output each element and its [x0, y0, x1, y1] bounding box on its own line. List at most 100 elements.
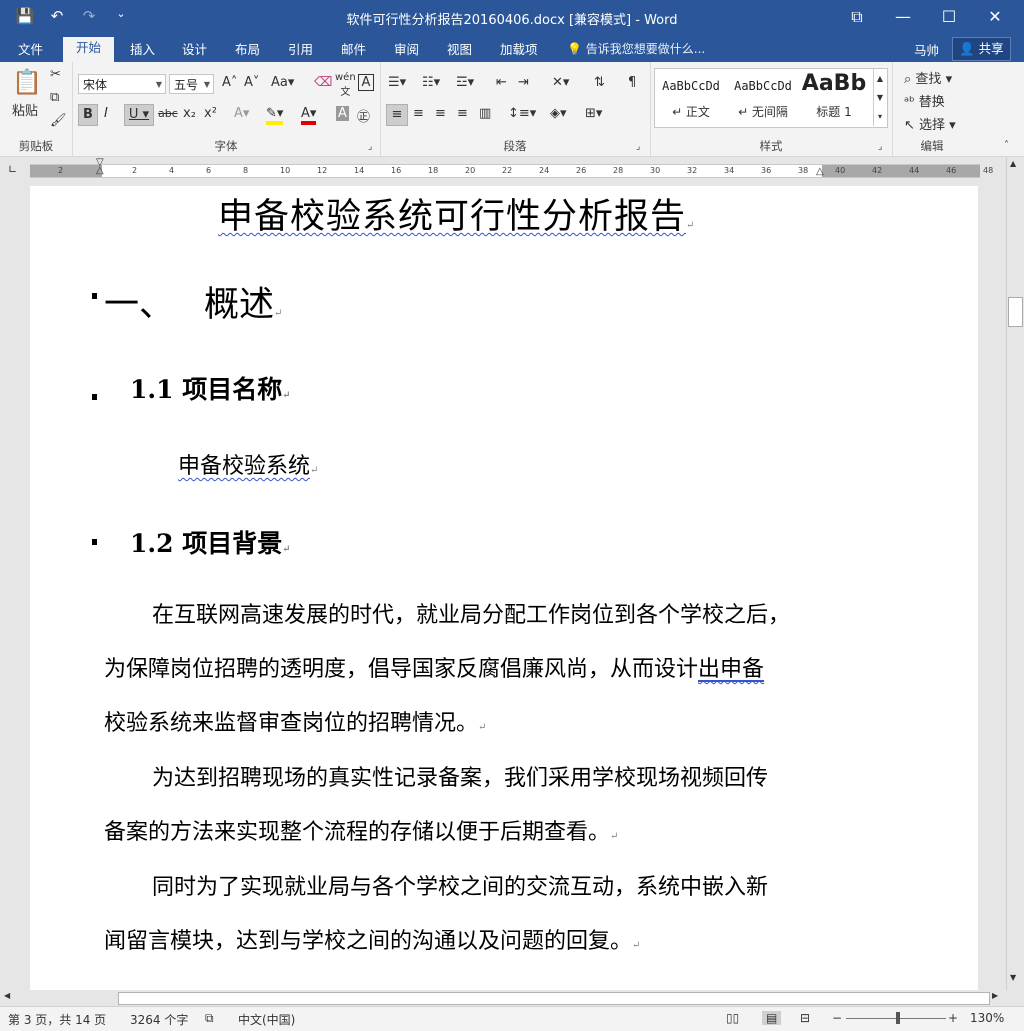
decrease-indent-icon[interactable]: ⇤	[496, 75, 507, 90]
show-marks-icon[interactable]: ¶	[628, 75, 636, 90]
tab-mailings[interactable]: 邮件	[341, 39, 366, 58]
grow-font-icon[interactable]: A˄	[222, 75, 237, 90]
increase-indent-icon[interactable]: ⇥	[518, 75, 529, 90]
page-count[interactable]: 第 3 页，共 14 页	[8, 1011, 106, 1028]
scroll-up-icon[interactable]: ▲	[1010, 159, 1016, 168]
font-size-dropdown[interactable]: 五号 ▼	[169, 74, 214, 94]
replace-button[interactable]: ᵃᵇ 替换	[904, 91, 945, 110]
chevron-down-icon: ▼	[203, 80, 210, 89]
horizontal-scrollbar[interactable]: ◀ ▶	[0, 990, 1006, 1006]
cut-icon[interactable]: ✂	[50, 67, 61, 82]
paste-icon[interactable]: 📋	[12, 68, 42, 96]
numbering-icon[interactable]: ☷▾	[422, 75, 440, 90]
scroll-down-icon[interactable]: ▼	[1010, 973, 1016, 982]
zoom-level[interactable]: 130%	[970, 1011, 1004, 1025]
document-title: 申备校验系统可行性分析报告↵	[218, 188, 695, 239]
distributed-icon[interactable]: ▥	[479, 106, 491, 121]
character-shading-icon[interactable]: A	[336, 106, 349, 121]
clear-formatting-icon[interactable]: ⌫	[314, 75, 332, 90]
tab-design[interactable]: 设计	[182, 39, 207, 58]
print-layout-icon[interactable]: ▤	[762, 1011, 782, 1025]
tab-view[interactable]: 视图	[447, 39, 472, 58]
right-indent-marker-icon[interactable]: △	[816, 166, 824, 177]
align-left-icon[interactable]: ≡	[386, 104, 408, 126]
scroll-right-icon[interactable]: ▶	[992, 991, 998, 1000]
language[interactable]: 中文(中国)	[238, 1011, 295, 1028]
tell-me-search[interactable]: 💡 告诉我您想要做什么...	[567, 40, 705, 57]
shrink-font-icon[interactable]: A˅	[244, 75, 259, 90]
borders-icon[interactable]: ⊞▾	[585, 106, 602, 121]
font-color-icon[interactable]: A▾	[301, 106, 317, 125]
bullets-icon[interactable]: ☰▾	[388, 75, 406, 90]
scroll-left-icon[interactable]: ◀	[4, 991, 10, 1000]
tab-references[interactable]: 引用	[288, 39, 313, 58]
character-border-icon[interactable]: A	[358, 74, 374, 91]
strikethrough-icon[interactable]: abc	[158, 107, 178, 120]
tab-insert[interactable]: 插入	[130, 39, 155, 58]
multilevel-list-icon[interactable]: ☲▾	[456, 75, 474, 90]
style-heading-1[interactable]: AaBb 标题 1	[799, 69, 869, 125]
tab-selector-icon[interactable]: ∟	[8, 163, 17, 176]
share-button[interactable]: 👤 共享	[952, 37, 1011, 61]
heading-text: 1.1 项目名称	[130, 375, 283, 404]
vertical-scroll-thumb[interactable]	[1008, 297, 1023, 327]
sort-icon[interactable]: ⇅	[594, 75, 605, 90]
style-normal[interactable]: AaBbCcDd ↵ 正文	[655, 69, 727, 125]
read-mode-icon[interactable]: ▯▯	[726, 1011, 739, 1025]
superscript-icon[interactable]: x²	[204, 106, 217, 121]
underline-icon[interactable]: U ▾	[124, 104, 154, 126]
line-spacing-icon[interactable]: ↕≡▾	[508, 106, 536, 121]
text-effects-icon[interactable]: A▾	[234, 106, 249, 121]
tab-file[interactable]: 文件	[18, 39, 43, 58]
text-line: 为达到招聘现场的真实性记录备案，我们采用学校现场视频回传	[152, 766, 769, 791]
ruler-number: 36	[761, 166, 772, 175]
align-center-icon[interactable]: ≡	[413, 106, 424, 121]
ribbon-display-options-icon[interactable]: ⧉	[834, 4, 880, 30]
highlight-icon[interactable]: ✎▾	[266, 106, 284, 125]
text-span-underlined: 出申备	[698, 657, 765, 682]
user-name[interactable]: 马帅	[914, 40, 939, 59]
find-button[interactable]: ⌕ 查找 ▾	[904, 68, 952, 87]
tab-review[interactable]: 审阅	[394, 39, 419, 58]
justify-icon[interactable]: ≡	[457, 106, 468, 121]
change-case-icon[interactable]: Aa▾	[271, 75, 294, 90]
style-no-spacing[interactable]: AaBbCcDd ↵ 无间隔	[727, 69, 799, 125]
tab-home[interactable]: 开始	[63, 37, 115, 62]
font-name-dropdown[interactable]: 宋体 ▼	[78, 74, 166, 94]
document-page[interactable]: 申备校验系统可行性分析报告↵ 一、 概述↵ 1.1 项目名称↵ 申备校验系统↵ 1…	[30, 186, 978, 991]
tab-layout[interactable]: 布局	[235, 39, 260, 58]
tab-addins[interactable]: 加载项	[500, 39, 538, 58]
zoom-out-icon[interactable]: −	[832, 1011, 842, 1025]
collapse-ribbon-icon[interactable]: ˄	[1004, 140, 1009, 151]
paste-label[interactable]: 粘贴	[12, 100, 38, 119]
web-layout-icon[interactable]: ⊟	[800, 1011, 810, 1025]
align-right-icon[interactable]: ≡	[435, 106, 446, 121]
phonetic-guide-icon[interactable]: wén 文	[335, 72, 356, 98]
replace-icon: ᵃᵇ	[904, 95, 919, 110]
vertical-scrollbar[interactable]: ▲ ▼	[1006, 157, 1023, 990]
dialog-launcher-icon[interactable]: ⌟	[368, 142, 372, 152]
dialog-launcher-icon[interactable]: ⌟	[878, 142, 882, 152]
chinese-layout-icon[interactable]: ✕▾	[552, 75, 569, 90]
enclose-characters-icon[interactable]: ㊣	[357, 106, 370, 125]
minimize-icon[interactable]: —	[880, 4, 926, 30]
close-icon[interactable]: ✕	[972, 4, 1018, 30]
horizontal-ruler[interactable]: ∟ 2 2 4 6 8 10 12 14 16 18 20 22 24 26 28 30 32 34 36 38 40 4…	[0, 157, 1024, 183]
select-button[interactable]: ↖ 选择 ▾	[904, 114, 956, 133]
zoom-slider-thumb[interactable]	[896, 1012, 900, 1024]
italic-icon[interactable]: I	[104, 106, 108, 121]
proofing-icon[interactable]: ⧉	[205, 1011, 214, 1026]
copy-icon[interactable]: ⧉	[50, 90, 59, 105]
dialog-launcher-icon[interactable]: ⌟	[636, 142, 640, 152]
styles-scroll-icons[interactable]: ▲ ▼ ▾	[873, 69, 886, 126]
horizontal-scroll-thumb[interactable]	[118, 992, 990, 1005]
maximize-icon[interactable]: ☐	[926, 4, 972, 30]
format-painter-icon[interactable]: 🖌	[50, 113, 67, 128]
subscript-icon[interactable]: x₂	[183, 106, 196, 121]
bold-icon[interactable]: B	[78, 104, 98, 126]
word-count[interactable]: 3264 个字	[130, 1011, 188, 1028]
zoom-in-icon[interactable]: +	[948, 1011, 958, 1025]
share-label: 共享	[978, 41, 1004, 56]
shading-icon[interactable]: ◈▾	[550, 106, 567, 121]
indent-marker-icon[interactable]: ▽ △	[96, 158, 104, 176]
